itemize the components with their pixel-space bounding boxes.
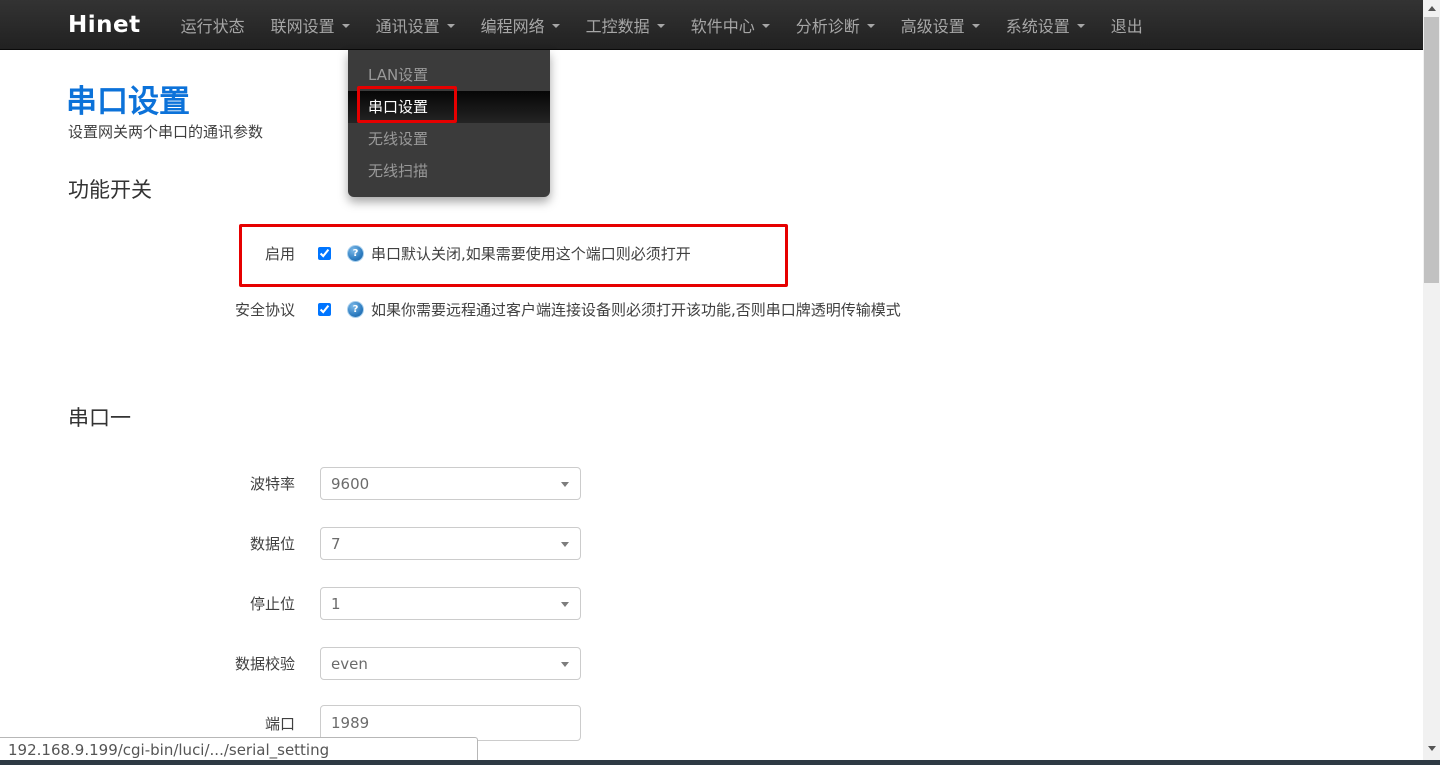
comm-settings-dropdown-menu: LAN设置 串口设置 无线设置 无线扫描	[348, 50, 550, 197]
security-protocol-row: 安全协议 ? 如果你需要远程通过客户端连接设备则必须打开该功能,否则串口牌透明传…	[0, 296, 901, 322]
nav-item-programming-network[interactable]: 编程网络	[468, 0, 573, 50]
nav-item-analysis-diagnosis[interactable]: 分析诊断	[783, 0, 888, 50]
help-icon-glyph: ?	[352, 247, 359, 259]
field-label-enable: 启用	[264, 244, 295, 263]
baud-rate-row: 波特率 9600	[0, 467, 581, 500]
field-label-data-bits: 数据位	[249, 535, 295, 553]
data-bits-select[interactable]: 7	[320, 527, 581, 560]
dropdown-item-lan-settings[interactable]: LAN设置	[348, 59, 550, 91]
baud-rate-value: 9600	[331, 474, 370, 493]
nav-item-label: 运行状态	[180, 16, 245, 36]
enable-row: 启用 ? 串口默认关闭,如果需要使用这个端口则必须打开	[0, 240, 691, 266]
data-bits-row: 数据位 7	[0, 527, 581, 560]
chevron-down-icon	[551, 23, 560, 28]
parity-value: even	[331, 654, 368, 673]
nav-item-industrial-data[interactable]: 工控数据	[573, 0, 678, 50]
field-label-port: 端口	[264, 714, 295, 733]
nav-item-label: 工控数据	[585, 16, 650, 36]
help-icon: ?	[347, 244, 364, 262]
dropdown-item-wireless-settings[interactable]: 无线设置	[348, 123, 550, 155]
chevron-down-icon	[446, 23, 455, 28]
field-label-baud-rate: 波特率	[249, 475, 295, 493]
port-input[interactable]	[320, 705, 581, 741]
status-url-text: 192.168.9.199/cgi-bin/luci/.../serial_se…	[8, 740, 330, 759]
baud-rate-select[interactable]: 9600	[320, 467, 581, 500]
dropdown-item-wireless-scan[interactable]: 无线扫描	[348, 155, 550, 187]
nav-item-label: 联网设置	[270, 16, 335, 36]
field-label-stop-bits: 停止位	[249, 595, 295, 613]
dropdown-arrow-icon	[561, 542, 569, 547]
nav-menu: 运行状态 联网设置 通讯设置 编程网络 工控数据 软件中心 分析诊断 高级设置 …	[168, 0, 1156, 50]
page-subtitle: 设置网关两个串口的通讯参数	[68, 123, 264, 141]
nav-item-label: 通讯设置	[375, 16, 440, 36]
nav-item-system-settings[interactable]: 系统设置	[993, 0, 1098, 50]
security-protocol-checkbox[interactable]	[318, 302, 331, 316]
bottom-bar	[0, 760, 1440, 765]
scrollbar-up-arrow[interactable]	[1423, 0, 1440, 17]
chevron-down-icon	[341, 23, 350, 28]
nav-item-label: 退出	[1110, 16, 1143, 36]
nav-item-label: 编程网络	[480, 16, 545, 36]
brand-logo[interactable]: Hinet	[68, 12, 141, 38]
nav-item-comm-settings[interactable]: 通讯设置	[363, 0, 468, 50]
enable-help-text: 串口默认关闭,如果需要使用这个端口则必须打开	[371, 244, 691, 263]
parity-row: 数据校验 even	[0, 647, 581, 680]
screen: Hinet 运行状态 联网设置 通讯设置 编程网络 工控数据 软件中心 分析诊断…	[0, 0, 1440, 765]
scrollbar-down-arrow[interactable]	[1423, 740, 1440, 757]
nav-item-run-status[interactable]: 运行状态	[168, 0, 258, 50]
nav-item-network-settings[interactable]: 联网设置	[258, 0, 363, 50]
chevron-down-icon	[866, 23, 875, 28]
dropdown-arrow-icon	[561, 482, 569, 487]
dropdown-arrow-icon	[561, 662, 569, 667]
port-row: 端口	[0, 705, 581, 741]
nav-item-advanced-settings[interactable]: 高级设置	[888, 0, 993, 50]
nav-item-label: 系统设置	[1005, 16, 1070, 36]
chevron-down-icon	[1076, 23, 1085, 28]
top-navbar: Hinet 运行状态 联网设置 通讯设置 编程网络 工控数据 软件中心 分析诊断…	[0, 0, 1423, 50]
data-bits-value: 7	[331, 534, 341, 553]
section-heading-serial-port-one: 串口一	[68, 406, 131, 430]
nav-item-label: 软件中心	[690, 16, 755, 36]
stop-bits-row: 停止位 1	[0, 587, 581, 620]
triangle-up-icon	[1427, 6, 1436, 11]
nav-item-software-center[interactable]: 软件中心	[678, 0, 783, 50]
section-heading-function-switch: 功能开关	[68, 178, 152, 202]
field-label-parity: 数据校验	[234, 655, 295, 673]
page-title: 串口设置	[66, 84, 190, 120]
stop-bits-select[interactable]: 1	[320, 587, 581, 620]
vertical-scrollbar[interactable]	[1423, 0, 1440, 765]
dropdown-item-serial-settings[interactable]: 串口设置	[348, 91, 550, 123]
field-label-security-protocol: 安全协议	[234, 300, 295, 319]
stop-bits-value: 1	[331, 594, 341, 613]
security-protocol-help-text: 如果你需要远程通过客户端连接设备则必须打开该功能,否则串口牌透明传输模式	[371, 300, 901, 319]
nav-item-label: 高级设置	[900, 16, 965, 36]
dropdown-arrow-icon	[561, 602, 569, 607]
enable-checkbox[interactable]	[318, 246, 331, 260]
scrollbar-thumb[interactable]	[1424, 17, 1439, 283]
help-icon: ?	[347, 300, 364, 318]
parity-select[interactable]: even	[320, 647, 581, 680]
status-url-tooltip: 192.168.9.199/cgi-bin/luci/.../serial_se…	[0, 737, 478, 761]
chevron-down-icon	[971, 23, 980, 28]
chevron-down-icon	[761, 23, 770, 28]
nav-item-logout[interactable]: 退出	[1098, 0, 1156, 50]
nav-item-label: 分析诊断	[795, 16, 860, 36]
help-icon-glyph: ?	[352, 303, 359, 315]
triangle-down-icon	[1427, 746, 1436, 751]
chevron-down-icon	[656, 23, 665, 28]
